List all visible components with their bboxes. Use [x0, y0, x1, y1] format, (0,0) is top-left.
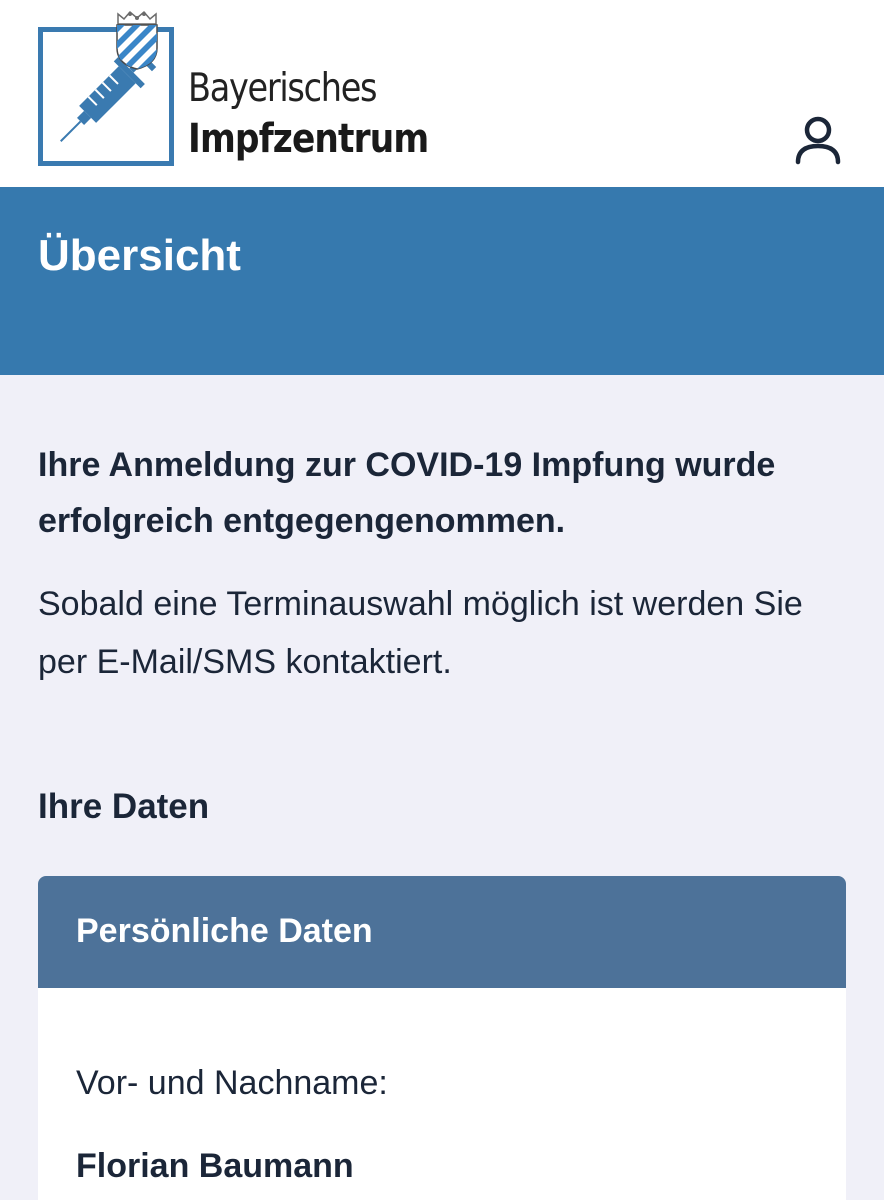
bavarian-crest-icon — [116, 10, 158, 70]
user-account-button[interactable] — [790, 112, 846, 168]
page-title: Übersicht — [38, 231, 241, 280]
contact-info-text: Sobald eine Terminauswahl möglich ist we… — [38, 585, 803, 681]
card-header: Persönliche Daten — [38, 876, 846, 988]
page-banner: Übersicht — [0, 187, 884, 375]
name-field-label: Vor- und Nachname: — [76, 1064, 388, 1102]
name-field-value: Florian Baumann — [76, 1147, 354, 1185]
user-icon — [795, 116, 841, 165]
brand-name-line2: Impfzentrum — [188, 116, 429, 162]
site-header: Bayerisches Impfzentrum — [0, 0, 884, 187]
section-title-your-data: Ihre Daten — [38, 787, 210, 826]
personal-data-card: Persönliche Daten Vor- und Nachname: Flo… — [38, 876, 846, 1200]
brand-name-line1: Bayerisches — [188, 66, 378, 111]
card-title: Persönliche Daten — [76, 912, 373, 950]
registration-confirmation: Ihre Anmeldung zur COVID-19 Impfung wurd… — [38, 446, 776, 540]
